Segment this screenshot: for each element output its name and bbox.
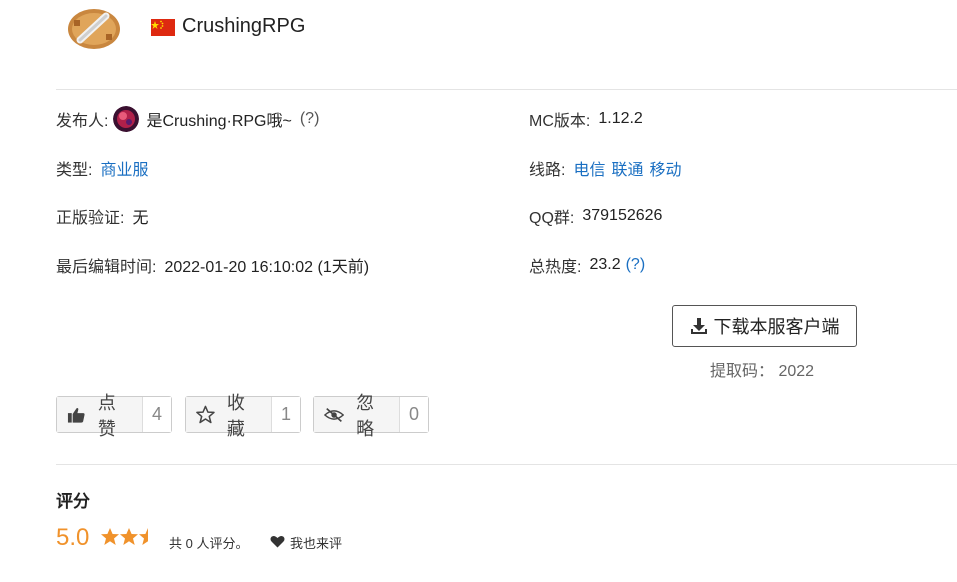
like-count: 4 (142, 397, 171, 432)
rating-score: 5.0 (56, 524, 90, 551)
divider (56, 464, 957, 465)
favorite-label: 收藏 (226, 392, 245, 439)
download-client-button[interactable]: 下载本服客户端 (672, 305, 857, 347)
star-full-icon (101, 528, 119, 545)
star-outline-icon (196, 405, 215, 424)
publisher-row: 发布人: 是Crushing·RPG哦~ (?) (56, 106, 320, 132)
ignore-count: 0 (399, 397, 428, 432)
publisher-label: 发布人: (56, 113, 109, 130)
ignore-button[interactable]: 忽略 0 (313, 393, 429, 439)
eye-slash-icon (324, 407, 345, 422)
qq-group-row: QQ群: 379152626 (529, 204, 662, 228)
edit-time-value: 2022-01-20 16:10:02 (1天前) (164, 259, 370, 276)
download-button-label: 下载本服客户端 (713, 317, 840, 337)
qq-group-value: 379152626 (582, 207, 663, 224)
rating-title: 评分 (56, 492, 90, 511)
type-row: 类型: 商业服 (56, 156, 148, 180)
thumbs-up-icon (67, 407, 85, 423)
verify-value: 无 (132, 210, 149, 227)
divider (56, 89, 957, 90)
like-label: 点赞 (97, 392, 116, 439)
line-telecom-link[interactable]: 电信 (573, 156, 605, 180)
line-row: 线路: 电信 联通 移动 (529, 156, 682, 180)
line-mobile-link[interactable]: 移动 (649, 156, 681, 180)
rating-stars (100, 527, 157, 546)
publisher-avatar[interactable] (113, 106, 140, 132)
mc-version-row: MC版本: 1.12.2 (529, 107, 643, 131)
favorite-count: 1 (271, 397, 300, 432)
verify-label: 正版验证: (56, 210, 125, 227)
heat-value: 23.2 (589, 256, 621, 273)
edit-time-label: 最后编辑时间: (56, 259, 157, 276)
type-label: 类型: (56, 162, 93, 179)
heat-row: 总热度: 23.2 (?) (529, 253, 645, 277)
download-icon (690, 318, 707, 334)
qq-group-label: QQ群: (529, 210, 575, 227)
heat-help-link[interactable]: (?) (626, 256, 646, 274)
china-flag-icon (151, 19, 175, 36)
heat-label: 总热度: (529, 259, 582, 276)
server-logo (68, 9, 120, 49)
edit-time-row: 最后编辑时间: 2022-01-20 16:10:02 (1天前) (56, 253, 369, 277)
mc-version-value: 1.12.2 (598, 110, 643, 127)
heart-icon[interactable] (270, 535, 285, 548)
rating-count: 共 0 人评分。 (169, 536, 249, 551)
rate-me-link[interactable]: 我也来评 (290, 533, 342, 552)
mc-version-label: MC版本: (529, 113, 591, 130)
publisher-name[interactable]: 是Crushing·RPG哦~ (146, 107, 291, 131)
verify-row: 正版验证: 无 (56, 204, 148, 228)
extraction-code: 提取码： 2022 (710, 363, 815, 380)
line-unicom-link[interactable]: 联通 (611, 156, 643, 180)
star-half-icon (139, 528, 148, 545)
line-label: 线路: (529, 162, 566, 179)
publisher-help[interactable]: (?) (300, 110, 320, 128)
type-value-link[interactable]: 商业服 (100, 156, 148, 180)
favorite-button[interactable]: 收藏 1 (185, 393, 301, 439)
like-button[interactable]: 点赞 4 (56, 393, 172, 439)
ignore-label: 忽略 (356, 392, 375, 439)
star-full-icon (120, 528, 138, 545)
server-name: CrushingRPG (182, 15, 306, 37)
